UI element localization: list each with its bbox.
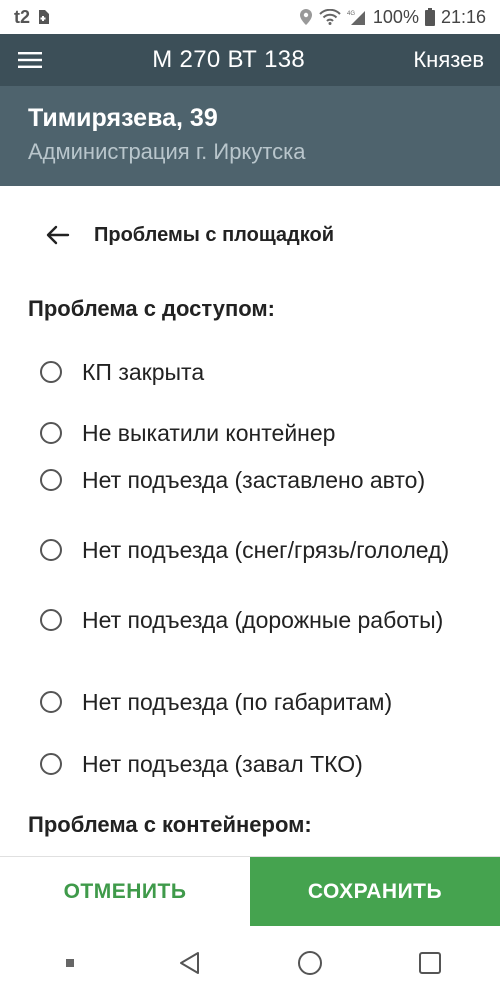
carrier-label: t2: [14, 6, 31, 27]
option-container-not-rolled[interactable]: Не выкатили контейнер: [40, 417, 480, 449]
option-label: Нет подъезда (снег/грязь/гололед): [82, 537, 450, 563]
option-no-access-snow[interactable]: Нет подъезда (снег/грязь/гололед): [40, 534, 450, 566]
hamburger-menu-icon[interactable]: [16, 46, 44, 74]
nav-recents-icon[interactable]: [410, 943, 450, 983]
network-label: 4G: [347, 11, 355, 17]
option-label: Нет подъезда (по габаритам): [82, 689, 393, 715]
option-label: Не выкатили контейнер: [82, 420, 336, 446]
save-button[interactable]: СОХРАНИТЬ: [250, 857, 500, 927]
status-left: t2: [14, 7, 50, 28]
option-no-access-roadworks[interactable]: Нет подъезда (дорожные работы): [40, 604, 450, 636]
option-no-access-waste[interactable]: Нет подъезда (завал ТКО): [40, 748, 480, 780]
battery-label: 100%: [372, 6, 419, 27]
action-bar: ОТМЕНИТЬ СОХРАНИТЬ: [0, 856, 500, 927]
address-title: Тимирязева, 39: [28, 104, 218, 132]
system-nav-bar: [0, 926, 500, 1000]
radio-button[interactable]: [40, 609, 62, 631]
battery-icon: [424, 8, 435, 26]
option-no-access-dimensions[interactable]: Нет подъезда (по габаритам): [40, 686, 480, 718]
option-no-access-cars[interactable]: Нет подъезда (заставлено авто): [40, 464, 450, 496]
option-label: Нет подъезда (дорожные работы): [82, 607, 444, 633]
sim-icon: [36, 9, 50, 25]
radio-button[interactable]: [40, 753, 62, 775]
radio-button[interactable]: [40, 361, 62, 383]
wifi-icon: [319, 9, 341, 25]
location-icon: [299, 8, 313, 26]
back-arrow-icon[interactable]: [46, 221, 74, 249]
section-header: Проблемы с площадкой: [0, 210, 500, 260]
address-header: Тимирязева, 39 Администрация г. Иркутска: [0, 86, 500, 186]
address-subtitle: Администрация г. Иркутска: [28, 139, 306, 164]
status-right: 4G 100% 21:16: [299, 7, 486, 28]
container-problem-title: Проблема с контейнером:: [28, 812, 312, 837]
option-label: Нет подъезда (завал ТКО): [82, 751, 363, 777]
cancel-button[interactable]: ОТМЕНИТЬ: [0, 857, 250, 927]
nav-dot-icon[interactable]: [50, 943, 90, 983]
option-label: КП закрыта: [82, 359, 205, 385]
radio-button[interactable]: [40, 469, 62, 491]
user-name[interactable]: Князев: [413, 47, 484, 73]
app-bar: М 270 ВТ 138 Князев: [0, 34, 500, 86]
option-kp-closed[interactable]: КП закрыта: [40, 356, 480, 388]
radio-button[interactable]: [40, 539, 62, 561]
status-bar: t2 4G 100% 21:16: [0, 0, 500, 34]
signal-icon: 4G: [347, 9, 367, 25]
nav-back-icon[interactable]: [170, 943, 210, 983]
option-label: Нет подъезда (заставлено авто): [82, 467, 426, 493]
nav-home-icon[interactable]: [290, 943, 330, 983]
access-problem-title: Проблема с доступом:: [28, 296, 275, 321]
section-title: Проблемы с площадкой: [94, 223, 335, 246]
radio-button[interactable]: [40, 691, 62, 713]
radio-button[interactable]: [40, 422, 62, 444]
clock-label: 21:16: [440, 6, 486, 27]
vehicle-number-title: М 270 ВТ 138: [152, 46, 306, 73]
